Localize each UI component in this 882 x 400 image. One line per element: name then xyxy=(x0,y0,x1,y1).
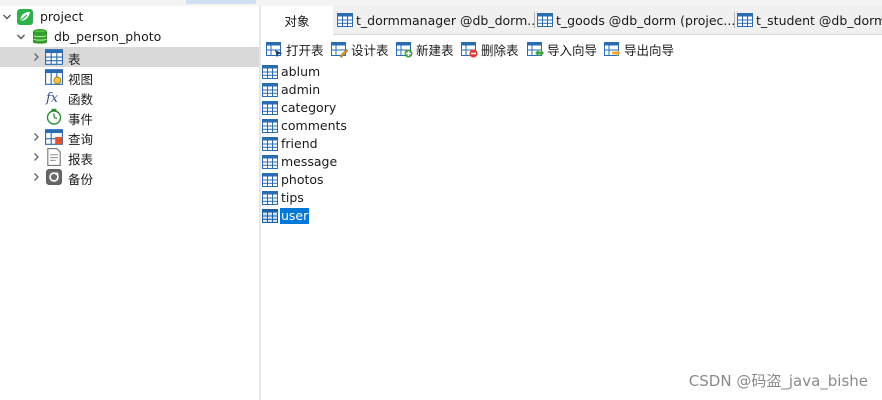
object-toolbar: 打开表 设计表 新建表 删除表 导入向导 导出向导 xyxy=(261,35,882,63)
import-wizard-label: 导入向导 xyxy=(547,42,598,58)
object-name: tips xyxy=(281,190,304,205)
tree-item-events[interactable]: 事件 xyxy=(0,107,259,127)
import-wizard-button[interactable]: 导入向导 xyxy=(527,40,597,58)
list-item[interactable]: comments xyxy=(262,117,348,135)
design-table-icon xyxy=(331,41,348,58)
chevron-right-icon[interactable] xyxy=(29,147,43,167)
navicat-leaf-icon xyxy=(16,8,34,26)
table-icon xyxy=(262,136,278,152)
export-wizard-label: 导出向导 xyxy=(624,42,675,58)
list-item[interactable]: photos xyxy=(262,171,325,189)
design-table-label: 设计表 xyxy=(351,42,389,58)
open-table-label: 打开表 xyxy=(286,42,324,58)
table-icon xyxy=(337,12,353,28)
tree-node-database[interactable]: db_person_photo xyxy=(0,27,259,47)
tree-item-label: 事件 xyxy=(68,112,94,127)
new-table-label: 新建表 xyxy=(416,42,454,58)
object-name: user xyxy=(280,208,310,224)
list-item-selected[interactable]: user xyxy=(262,207,310,225)
tree-item-label: 查询 xyxy=(68,132,94,147)
tab-t-student[interactable]: t_student @db_dorm xyxy=(735,6,882,34)
query-icon xyxy=(45,128,63,146)
tree-item-label: 函数 xyxy=(68,92,94,107)
tree-item-label: 表 xyxy=(68,52,81,67)
tab-objects[interactable]: 对象 xyxy=(261,6,333,35)
object-name: friend xyxy=(281,136,318,151)
list-item[interactable]: admin xyxy=(262,81,321,99)
svg-text:fx: fx xyxy=(45,91,59,106)
tree-item-label: 视图 xyxy=(68,72,94,87)
export-wizard-icon xyxy=(604,41,621,56)
design-table-button[interactable]: 设计表 xyxy=(331,40,389,58)
open-table-icon xyxy=(266,41,283,57)
tree-item-label: 备份 xyxy=(68,172,94,187)
top-accent xyxy=(186,0,256,4)
object-name: comments xyxy=(281,118,347,133)
chevron-right-icon[interactable] xyxy=(29,167,43,187)
table-icon xyxy=(262,172,278,188)
list-item[interactable]: category xyxy=(262,99,337,117)
list-item[interactable]: message xyxy=(262,153,338,171)
tab-bar: 对象 t_dormmanager @db_dorm... t_goods @db… xyxy=(261,6,882,35)
object-name: admin xyxy=(281,82,321,97)
tab-label: 对象 xyxy=(284,14,310,29)
chevron-right-icon[interactable] xyxy=(29,127,43,147)
tab-t-goods[interactable]: t_goods @db_dorm (projec... xyxy=(535,6,735,34)
event-icon xyxy=(45,108,63,126)
chevron-down-icon[interactable] xyxy=(0,7,14,27)
table-icon xyxy=(737,12,753,28)
tree-item-functions[interactable]: fx 函数 xyxy=(0,87,259,107)
list-item[interactable]: friend xyxy=(262,135,319,153)
tree-item-label: 报表 xyxy=(68,152,94,167)
table-icon xyxy=(262,190,278,206)
tree-item-queries[interactable]: 查询 xyxy=(0,127,259,147)
export-wizard-button[interactable]: 导出向导 xyxy=(604,40,674,58)
tree-node-connection[interactable]: project xyxy=(0,7,259,27)
navigation-tree: project db_person_photo 表 视图 fx 函数 事件 查询… xyxy=(0,6,259,400)
tab-label: t_goods @db_dorm (projec... xyxy=(556,12,735,28)
tree-item-backups[interactable]: 备份 xyxy=(0,167,259,187)
object-name: ablum xyxy=(281,64,321,79)
table-icon xyxy=(262,64,278,80)
table-icon xyxy=(262,82,278,98)
delete-table-button[interactable]: 删除表 xyxy=(461,40,519,58)
tree-item-reports[interactable]: 报表 xyxy=(0,147,259,167)
connection-label: project xyxy=(40,9,84,24)
import-wizard-icon xyxy=(527,41,544,56)
object-name: message xyxy=(281,154,338,169)
open-table-button[interactable]: 打开表 xyxy=(266,40,324,58)
object-name: category xyxy=(281,100,337,115)
database-icon xyxy=(31,28,49,46)
tab-label: t_dormmanager @db_dorm... xyxy=(356,12,535,28)
table-icon xyxy=(262,154,278,170)
backup-icon xyxy=(45,168,63,186)
view-icon xyxy=(45,68,63,86)
tree-item-views[interactable]: 视图 xyxy=(0,67,259,87)
chevron-right-icon[interactable] xyxy=(29,47,43,67)
object-list: ablum admin category comments friend mes… xyxy=(261,63,882,400)
tab-t-dormmanager[interactable]: t_dormmanager @db_dorm... xyxy=(335,6,535,34)
database-label: db_person_photo xyxy=(54,29,162,44)
table-icon xyxy=(262,118,278,134)
table-icon xyxy=(45,48,63,66)
list-item[interactable]: tips xyxy=(262,189,305,207)
list-item[interactable]: ablum xyxy=(262,63,321,81)
delete-table-icon xyxy=(461,41,478,57)
chevron-down-icon[interactable] xyxy=(14,27,28,47)
tab-label: t_student @db_dorm xyxy=(756,12,882,28)
tree-item-tables[interactable]: 表 xyxy=(0,47,259,67)
report-icon xyxy=(45,148,63,166)
watermark: CSDN @码盗_java_bishe xyxy=(688,372,868,390)
table-icon xyxy=(537,12,553,28)
table-icon xyxy=(262,100,278,116)
new-table-icon xyxy=(396,41,413,57)
object-name: photos xyxy=(281,172,324,187)
delete-table-label: 删除表 xyxy=(481,42,519,58)
function-icon: fx xyxy=(45,88,63,106)
new-table-button[interactable]: 新建表 xyxy=(396,40,454,58)
table-icon xyxy=(262,208,278,224)
